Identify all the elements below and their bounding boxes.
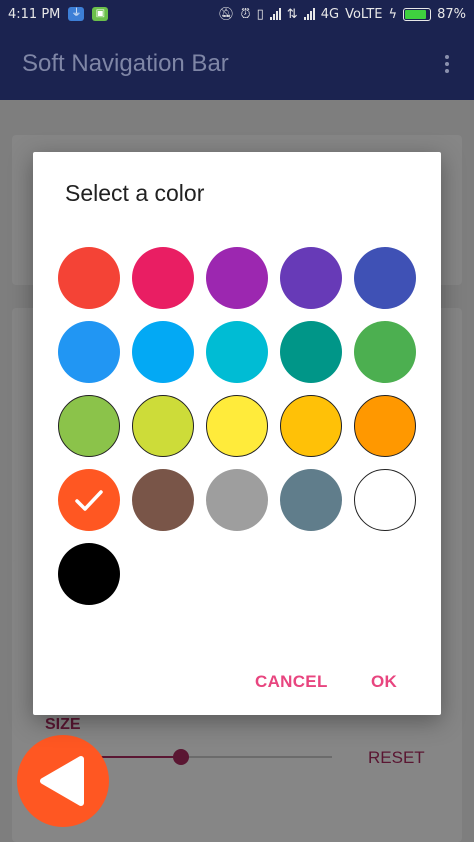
color-swatch[interactable] — [206, 469, 268, 531]
check-icon — [75, 490, 103, 511]
color-swatch[interactable] — [132, 321, 194, 383]
status-time: 4:11 PM — [8, 6, 61, 22]
size-label: SIZE — [45, 716, 81, 733]
charging-icon: ϟ — [388, 6, 398, 22]
status-bar: 4:11 PM ⏚ ▣ 🔕︎ ⏰︎ ▯ ⇅ 4G VoLTE ϟ 87% — [0, 0, 474, 28]
color-swatch[interactable] — [58, 469, 120, 531]
color-swatch[interactable] — [280, 247, 342, 309]
back-triangle-icon — [40, 756, 84, 806]
color-swatch[interactable] — [58, 395, 120, 457]
color-swatch[interactable] — [132, 395, 194, 457]
battery-icon — [403, 7, 432, 21]
network-type: 4G — [320, 6, 340, 22]
signal-icon-2 — [303, 8, 315, 20]
color-swatch[interactable] — [58, 321, 120, 383]
color-picker-dialog: Select a color CANCEL OK — [33, 152, 441, 715]
color-swatch[interactable] — [354, 395, 416, 457]
color-swatch[interactable] — [354, 247, 416, 309]
color-swatch[interactable] — [280, 395, 342, 457]
signal-icon — [269, 8, 281, 20]
volte-label: VoLTE — [345, 6, 383, 22]
color-swatch[interactable] — [132, 469, 194, 531]
color-swatch[interactable] — [206, 395, 268, 457]
alarm-icon: ⏰︎ — [240, 6, 251, 22]
app-title: Soft Navigation Bar — [22, 50, 229, 77]
soft-back-button[interactable] — [17, 735, 109, 827]
ok-button[interactable]: OK — [361, 668, 407, 696]
usb-icon: ⏚ — [68, 7, 85, 21]
color-swatch[interactable] — [280, 469, 342, 531]
size-slider-track-active — [100, 756, 180, 758]
color-swatch[interactable] — [206, 321, 268, 383]
color-swatch[interactable] — [132, 247, 194, 309]
color-swatch[interactable] — [354, 321, 416, 383]
mute-icon: 🔕︎ — [217, 6, 235, 22]
color-swatch[interactable] — [58, 543, 120, 605]
overflow-menu-icon[interactable] — [442, 55, 452, 73]
color-swatch[interactable] — [206, 247, 268, 309]
size-slider-track[interactable] — [180, 756, 332, 758]
dialog-title: Select a color — [65, 180, 205, 206]
data-transfer-icon: ⇅ — [286, 6, 298, 22]
color-swatch[interactable] — [58, 247, 120, 309]
battery-percent: 87% — [437, 6, 466, 22]
color-swatch[interactable] — [280, 321, 342, 383]
size-slider-thumb[interactable] — [173, 749, 189, 765]
cancel-button[interactable]: CANCEL — [245, 668, 338, 696]
app-bar: Soft Navigation Bar — [0, 28, 474, 100]
android-icon: ▣ — [92, 7, 109, 21]
reset-button[interactable]: RESET — [368, 748, 425, 768]
color-swatch[interactable] — [354, 469, 416, 531]
vibrate-icon: ▯ — [256, 6, 264, 22]
